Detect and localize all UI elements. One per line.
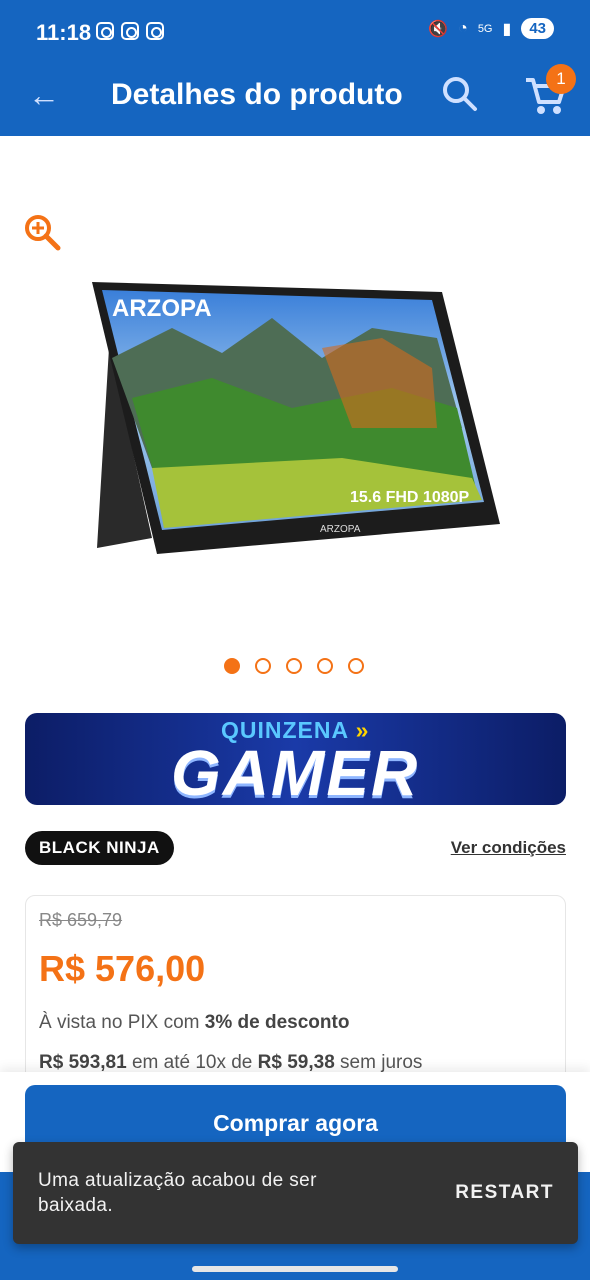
current-price: R$ 576,00 bbox=[39, 948, 206, 989]
promo-tag: BLACK NINJA bbox=[25, 831, 174, 865]
pix-discount-text: À vista no PIX com 3% de desconto bbox=[39, 1012, 350, 1033]
page-title: Detalhes do produto bbox=[111, 78, 403, 111]
snackbar-message: Uma atualização acabou de ser baixada. bbox=[38, 1170, 317, 1216]
screen-spec-text: 15.6 FHD 1080P bbox=[350, 489, 470, 506]
carousel-dot[interactable] bbox=[348, 658, 364, 674]
old-price: R$ 659,79 bbox=[39, 910, 123, 930]
status-bar: 11:18 🔇 ◔ 5G ▮ 43 bbox=[0, 0, 590, 64]
instagram-icon bbox=[146, 22, 164, 40]
product-image[interactable]: ARZOPA 15.6 FHD 1080P ARZOPA bbox=[92, 278, 502, 558]
wifi-icon: ◔ bbox=[458, 19, 468, 37]
instagram-icon bbox=[96, 22, 114, 40]
installment-text: R$ 593,81 em até 10x de R$ 59,38 sem jur… bbox=[39, 1052, 423, 1073]
back-arrow-icon[interactable]: ← bbox=[28, 78, 62, 112]
instagram-icon bbox=[121, 22, 139, 40]
battery-indicator: 43 bbox=[521, 18, 554, 39]
mute-icon: 🔇 bbox=[428, 20, 449, 38]
restart-button[interactable]: RESTART bbox=[455, 1182, 554, 1204]
cart-count-badge: 1 bbox=[546, 64, 576, 94]
image-carousel-dots bbox=[224, 658, 364, 674]
search-icon[interactable] bbox=[440, 74, 480, 114]
banner-title: GAMER bbox=[171, 737, 420, 805]
screen-brand-text: ARZOPA bbox=[112, 295, 212, 322]
carousel-dot[interactable] bbox=[255, 658, 271, 674]
signal-icon: ▮ bbox=[502, 20, 512, 38]
snackbar: Uma atualização acabou de ser baixada. R… bbox=[13, 1142, 578, 1244]
promo-banner[interactable]: QUINZENA » GAMER bbox=[25, 713, 566, 805]
network-label: 5G bbox=[477, 22, 493, 35]
app-bar: 11:18 🔇 ◔ 5G ▮ 43 ← Detalhes do produto … bbox=[0, 0, 590, 136]
conditions-link[interactable]: Ver condições bbox=[451, 838, 566, 858]
bezel-brand-text: ARZOPA bbox=[320, 524, 361, 535]
carousel-dot[interactable] bbox=[317, 658, 333, 674]
carousel-dot[interactable] bbox=[224, 658, 240, 674]
home-indicator[interactable] bbox=[192, 1266, 398, 1272]
header: ← Detalhes do produto 1 bbox=[0, 64, 590, 136]
status-time: 11:18 bbox=[36, 20, 92, 45]
carousel-dot[interactable] bbox=[286, 658, 302, 674]
status-icons: 🔇 ◔ 5G ▮ 43 bbox=[428, 18, 554, 39]
price-box: R$ 659,79 R$ 576,00 À vista no PIX com 3… bbox=[25, 895, 566, 1095]
zoom-in-icon[interactable] bbox=[22, 212, 62, 252]
